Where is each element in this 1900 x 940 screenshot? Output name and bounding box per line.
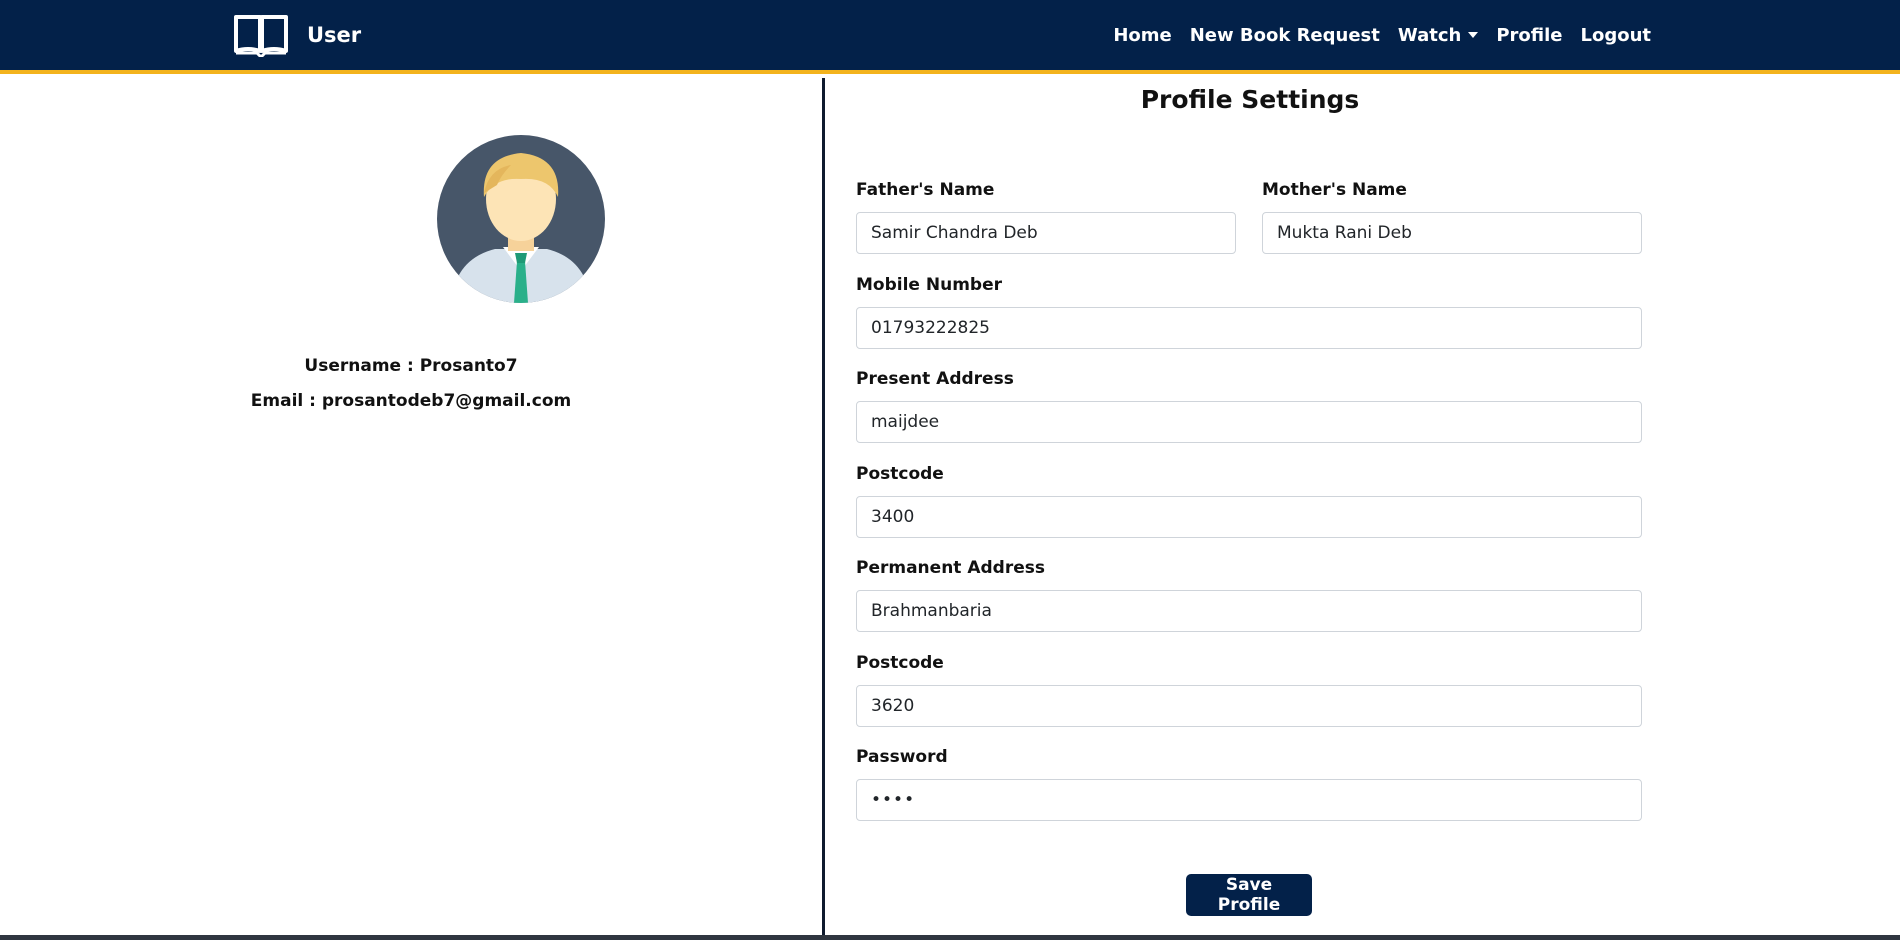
- mobile-number-label: Mobile Number: [856, 275, 1002, 295]
- nav-new-book-request[interactable]: New Book Request: [1190, 25, 1380, 46]
- fathers-name-label: Father's Name: [856, 180, 995, 200]
- bottom-border: [0, 935, 1900, 940]
- email-text: Email : prosantodeb7@gmail.com: [250, 391, 572, 411]
- nav-home[interactable]: Home: [1113, 25, 1171, 46]
- brand[interactable]: User: [233, 13, 361, 57]
- nav-profile[interactable]: Profile: [1496, 25, 1562, 46]
- password-input[interactable]: [856, 779, 1642, 821]
- mothers-name-input[interactable]: [1262, 212, 1642, 254]
- panel-divider: [822, 78, 825, 938]
- username-text: Username : Prosanto7: [304, 356, 518, 376]
- nav-logout[interactable]: Logout: [1580, 25, 1651, 46]
- password-label: Password: [856, 747, 948, 767]
- nav-watch-label: Watch: [1397, 24, 1462, 46]
- present-postcode-label: Postcode: [856, 464, 944, 484]
- brand-label: User: [307, 23, 362, 47]
- caret-down-icon: [1468, 31, 1479, 38]
- save-profile-button[interactable]: Save Profile: [1186, 874, 1312, 916]
- present-postcode-input[interactable]: [856, 496, 1642, 538]
- fathers-name-input[interactable]: [856, 212, 1236, 254]
- mobile-number-input[interactable]: [856, 307, 1642, 349]
- book-icon: [233, 13, 289, 57]
- page-title: Profile Settings: [1140, 85, 1360, 114]
- nav-watch-dropdown[interactable]: Watch: [1397, 24, 1479, 46]
- user-avatar-icon: [437, 135, 605, 303]
- permanent-postcode-input[interactable]: [856, 685, 1642, 727]
- present-address-input[interactable]: [856, 401, 1642, 443]
- nav-links: Home New Book Request Watch Profile Logo…: [1095, 0, 1651, 70]
- permanent-address-label: Permanent Address: [856, 558, 1045, 578]
- top-navbar: User Home New Book Request Watch Profile…: [0, 0, 1900, 74]
- mothers-name-label: Mother's Name: [1262, 180, 1407, 200]
- permanent-address-input[interactable]: [856, 590, 1642, 632]
- present-address-label: Present Address: [856, 369, 1014, 389]
- avatar: [437, 135, 605, 303]
- permanent-postcode-label: Postcode: [856, 653, 944, 673]
